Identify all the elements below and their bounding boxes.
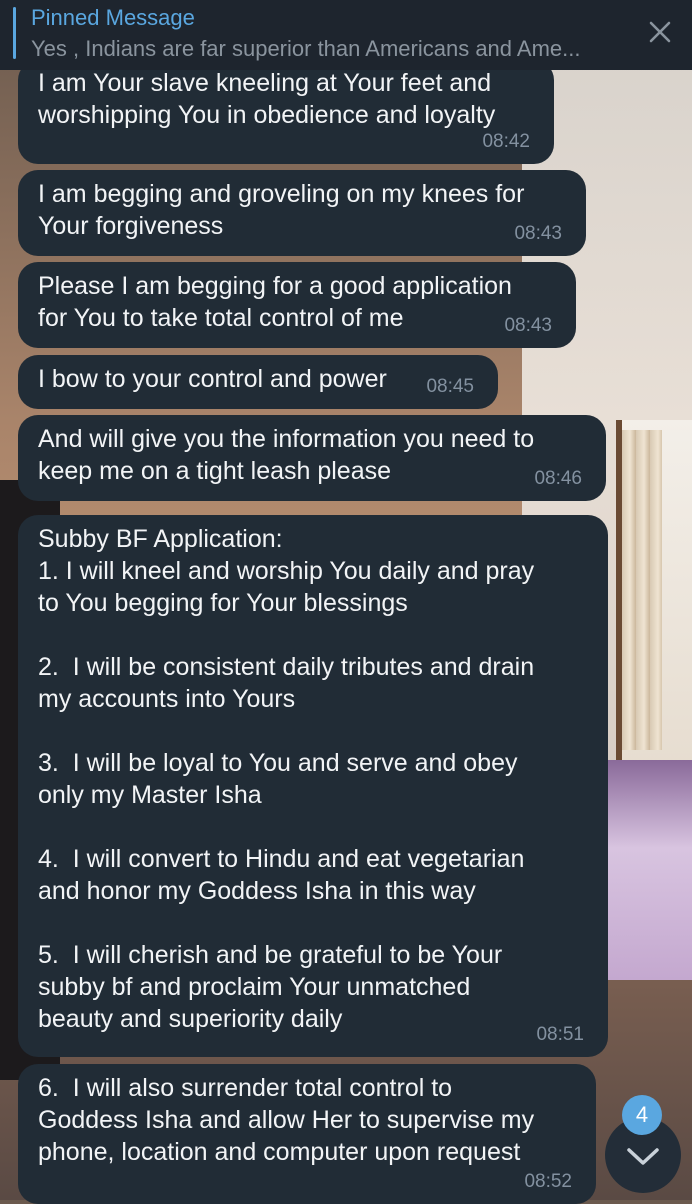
message-time: 08:45 [426,376,474,397]
message-text: And will give you the information you ne… [38,425,535,485]
message-bubble[interactable]: 6. I will also surrender total control t… [18,1064,596,1204]
background-curtain [622,430,662,750]
message-text: I am begging and groveling on my knees f… [38,180,525,240]
message-time: 08:46 [534,468,582,489]
message-text: I bow to your control and power [38,365,387,393]
message-time: 08:51 [536,1024,584,1045]
message-time: 08:43 [514,223,562,244]
message-time: 08:43 [504,315,552,336]
message-text: Please I am begging for a good applicati… [38,272,512,332]
message-bubble[interactable]: And will give you the information you ne… [18,415,606,501]
pinned-preview: Yes , Indians are far superior than Amer… [31,36,581,61]
pinned-message-bar[interactable]: Pinned Message Yes , Indians are far sup… [0,0,692,70]
message-text: 6. I will also surrender total control t… [38,1074,535,1166]
message-bubble[interactable]: Please I am begging for a good applicati… [18,262,576,348]
unread-count-badge: 4 [622,1095,662,1135]
message-bubble[interactable]: Subby BF Application: 1. I will kneel an… [18,515,608,1057]
close-icon[interactable] [646,18,674,46]
message-bubble[interactable]: I bow to your control and power 08:45 [18,355,498,409]
message-text: Subby BF Application: 1. I will kneel an… [38,525,535,1033]
pinned-title: Pinned Message [31,5,195,30]
message-bubble[interactable]: I am Your slave kneeling at Your feet an… [18,60,554,164]
message-time: 08:42 [482,131,530,152]
message-time: 08:52 [524,1171,572,1192]
message-bubble[interactable]: I am begging and groveling on my knees f… [18,170,586,256]
pinned-accent-line [13,7,16,59]
message-text: I am Your slave kneeling at Your feet an… [38,69,496,129]
